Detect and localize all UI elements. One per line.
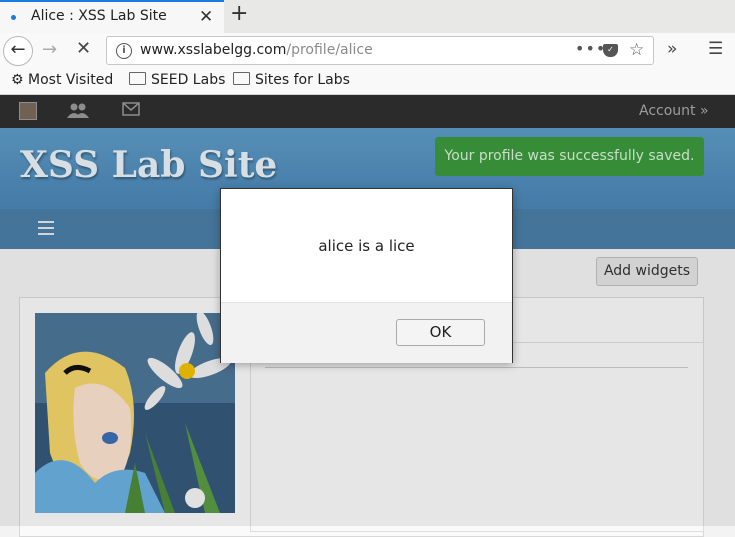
forward-arrow-icon[interactable]: → [42, 39, 57, 60]
stop-loading-icon[interactable]: ✕ [76, 38, 91, 59]
new-tab-icon[interactable]: + [230, 1, 248, 26]
url-path: /profile/alice [286, 42, 373, 58]
active-tab[interactable]: Alice : XSS Lab Site ✕ [0, 0, 224, 33]
bookmark-star-icon[interactable]: ☆ [629, 40, 644, 60]
folder-icon [129, 72, 146, 85]
bookmark-seed-labs[interactable]: SEED Labs [129, 72, 225, 88]
bookmark-label: Most Visited [28, 72, 114, 88]
tab-title: Alice : XSS Lab Site [31, 8, 167, 24]
ok-button[interactable]: OK [396, 319, 485, 346]
overflow-chevron-icon[interactable]: » [667, 39, 677, 59]
tab-close-icon[interactable]: ✕ [199, 7, 213, 27]
page-info-icon[interactable]: i [116, 43, 132, 59]
gear-icon: ⚙ [11, 72, 24, 88]
navigation-toolbar: ← → ✕ i www.xsslabelgg.com/profile/alice… [0, 33, 735, 69]
url-domain: www.xsslabelgg.com [140, 42, 287, 58]
bookmark-label: SEED Labs [151, 72, 226, 88]
alert-message: alice is a lice [318, 237, 415, 255]
page-actions-icon[interactable]: ••• [575, 39, 606, 58]
back-arrow-icon[interactable]: ← [3, 36, 33, 66]
tab-favicon-icon [11, 15, 16, 20]
hamburger-menu-icon[interactable]: ☰ [708, 39, 723, 59]
bookmark-most-visited[interactable]: ⚙ Most Visited [11, 72, 113, 88]
bookmark-label: Sites for Labs [255, 72, 350, 88]
pocket-icon[interactable]: ✓ [603, 44, 618, 57]
bookmarks-toolbar: ⚙ Most Visited SEED Labs Sites for Labs [0, 69, 735, 95]
dialog-footer: OK [221, 302, 512, 363]
alert-dialog: alice is a lice OK [220, 188, 513, 363]
url-text[interactable]: www.xsslabelgg.com/profile/alice [140, 42, 373, 58]
tab-bar: Alice : XSS Lab Site ✕ + [0, 0, 735, 33]
bookmark-sites-for-labs[interactable]: Sites for Labs [233, 72, 350, 88]
url-bar[interactable]: i www.xsslabelgg.com/profile/alice ••• ✓… [106, 36, 654, 65]
folder-icon [233, 72, 250, 85]
